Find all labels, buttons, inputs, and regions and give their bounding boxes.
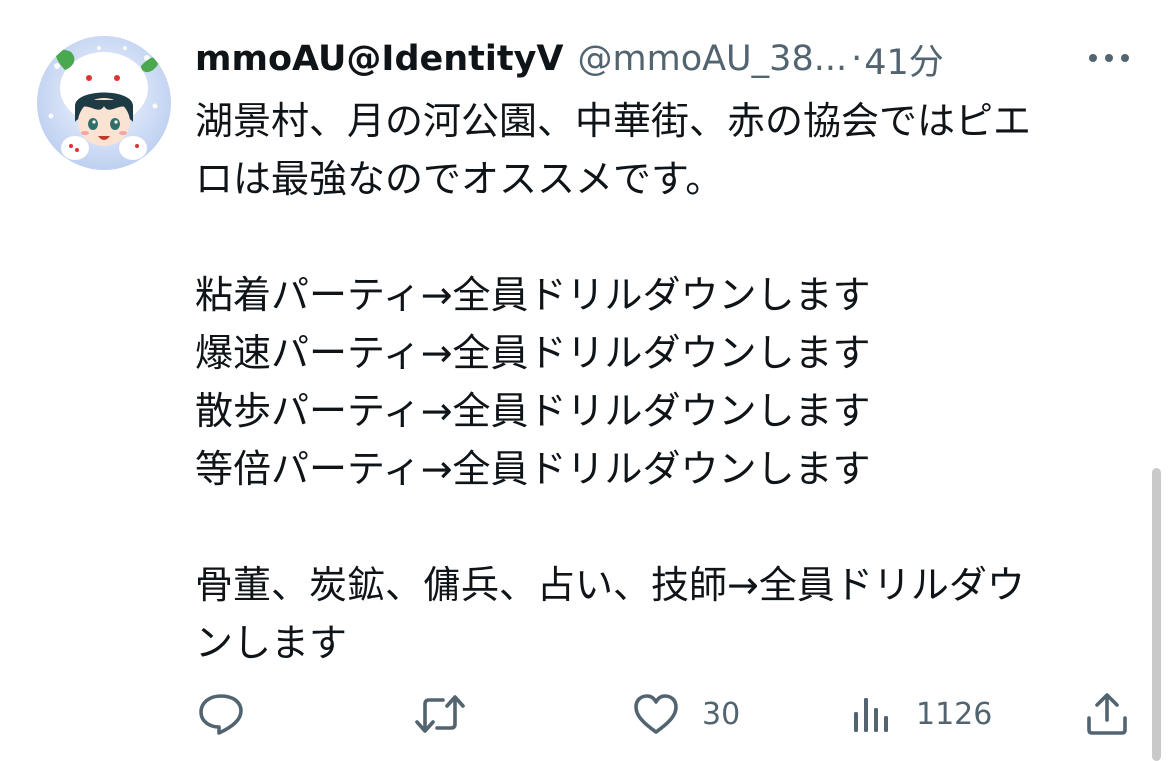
- tweet-line: 骨董、炭鉱、傭兵、占い、技師→全員ドリルダウ: [195, 563, 1025, 607]
- views-button[interactable]: 1126: [850, 686, 992, 742]
- user-handle[interactable]: @mmoAU_38...: [578, 39, 848, 79]
- like-count: 30: [702, 696, 741, 732]
- retweet-button[interactable]: [413, 686, 467, 742]
- display-name[interactable]: mmoAU@IdentityV: [195, 39, 564, 79]
- like-button[interactable]: 30: [632, 686, 740, 742]
- tweet-line: ンします: [195, 621, 348, 665]
- reply-icon: [199, 694, 243, 735]
- retweet-icon: [415, 695, 465, 733]
- reply-button[interactable]: [197, 686, 245, 742]
- tweet-line: 粘着パーティ→全員ドリルダウンします: [195, 273, 871, 317]
- tweet-text: 湖景村、月の河公園、中華街、赤の協会ではピエ ロは最強なのでオススメです。 粘着…: [195, 92, 1145, 672]
- tweet-line: 爆速パーティ→全員ドリルダウンします: [195, 331, 871, 375]
- tweet-line: ロは最強なのでオススメです。: [195, 157, 724, 201]
- more-options-button[interactable]: [1084, 40, 1134, 76]
- separator-dot: ·: [851, 39, 863, 79]
- tweet: mmoAU@IdentityV @mmoAU_38... · 41分 湖景村、月…: [0, 0, 1169, 761]
- tweet-line: 散歩パーティ→全員ドリルダウンします: [195, 389, 871, 433]
- share-icon: [1087, 693, 1127, 735]
- avatar-illustration: [37, 36, 171, 170]
- avatar[interactable]: [37, 36, 171, 170]
- more-icon: [1089, 54, 1129, 62]
- views-icon: [854, 698, 888, 732]
- tweet-line: 等倍パーティ→全員ドリルダウンします: [195, 447, 871, 491]
- timestamp[interactable]: 41分: [864, 34, 944, 85]
- heart-icon: [634, 694, 678, 734]
- tweet-actions: 30 1126: [195, 686, 1145, 742]
- tweet-line: 湖景村、月の河公園、中華街、赤の協会ではピエ: [195, 99, 1032, 143]
- share-button[interactable]: [1083, 686, 1131, 742]
- tweet-header: mmoAU@IdentityV @mmoAU_38... · 41分: [195, 34, 944, 84]
- views-count: 1126: [916, 696, 993, 732]
- scrollbar[interactable]: [1152, 468, 1161, 761]
